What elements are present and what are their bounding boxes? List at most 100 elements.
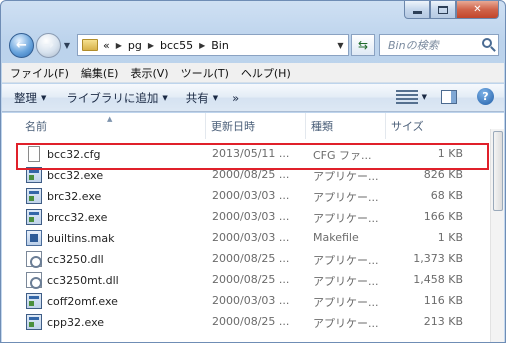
add-to-library-button[interactable]: ライブラリに追加 ▼ <box>66 90 167 106</box>
breadcrumb-overflow[interactable]: « <box>103 39 110 52</box>
share-button[interactable]: 共有 ▼ <box>186 90 218 106</box>
recent-pages-dropdown[interactable]: ▼ <box>61 41 73 50</box>
file-row-builtins-mak[interactable]: builtins.mak 2000/03/03 ... Makefile 1 K… <box>2 227 489 248</box>
file-type: アプリケー... <box>313 317 379 330</box>
share-label: 共有 <box>185 90 209 105</box>
file-name: bcc32.exe <box>47 168 104 182</box>
forward-button[interactable]: → <box>36 32 61 58</box>
application-icon <box>26 314 42 330</box>
vertical-scrollbar[interactable] <box>490 129 504 342</box>
file-date: 2000/03/03 ... <box>212 210 290 223</box>
explorer-window: ✕ ← → ▼ « ▶ pg ▶ bcc55 ▶ Bin ▼ ⇆ Binの検索 … <box>0 0 506 343</box>
chevron-right-icon[interactable]: ▶ <box>199 41 205 50</box>
chevron-down-icon[interactable]: ▼ <box>422 93 427 101</box>
file-date: 2000/08/25 ... <box>212 273 290 286</box>
file-name: cc3250mt.dll <box>47 273 119 287</box>
organize-label: 整理 <box>14 90 37 105</box>
breadcrumb: « ▶ pg ▶ bcc55 ▶ Bin <box>103 39 229 52</box>
file-row-cpp32-exe[interactable]: cpp32.exe 2000/08/25 ... アプリケー... 213 KB <box>2 311 489 332</box>
file-row-brc32-exe[interactable]: brc32.exe 2000/03/03 ... アプリケー... 68 KB <box>2 185 489 206</box>
menu-edit[interactable]: 編集(E) <box>81 65 119 81</box>
minimize-button[interactable] <box>404 1 430 19</box>
menu-view[interactable]: 表示(V) <box>130 65 168 81</box>
view-controls: ▼ ? <box>395 88 494 105</box>
chevron-down-icon: ▼ <box>41 93 47 102</box>
file-name: cpp32.exe <box>47 315 105 329</box>
scrollbar-thumb[interactable] <box>493 131 503 211</box>
dll-file-icon <box>26 251 42 268</box>
more-commands-label: » <box>232 90 240 105</box>
makefile-icon <box>26 230 42 246</box>
maximize-button[interactable] <box>430 1 456 19</box>
file-date: 2000/08/25 ... <box>212 252 290 265</box>
file-name: brc32.exe <box>47 189 102 203</box>
folder-icon <box>82 39 98 51</box>
view-options-icon[interactable] <box>395 89 418 104</box>
application-icon <box>26 209 42 225</box>
file-date: 2013/05/11 ... <box>212 147 290 160</box>
breadcrumb-item-bcc55[interactable]: bcc55 <box>160 39 193 52</box>
file-date: 2000/08/25 ... <box>212 168 290 181</box>
column-name[interactable]: 名前 <box>20 113 206 139</box>
file-row-cc3250mt-dll[interactable]: cc3250mt.dll 2000/08/25 ... アプリケー... 1,4… <box>2 269 489 290</box>
column-date-label: 更新日時 <box>211 120 255 133</box>
file-date: 2000/03/03 ... <box>212 294 290 307</box>
navigation-bar: ← → ▼ « ▶ pg ▶ bcc55 ▶ Bin ▼ ⇆ Binの検索 <box>9 31 499 59</box>
maximize-icon <box>438 5 448 14</box>
close-icon: ✕ <box>473 4 482 15</box>
chevron-right-icon[interactable]: ▶ <box>148 41 154 50</box>
close-button[interactable]: ✕ <box>456 1 499 19</box>
breadcrumb-item-pg[interactable]: pg <box>128 39 142 52</box>
caption-buttons: ✕ <box>404 1 499 21</box>
file-name: brcc32.exe <box>47 210 108 224</box>
organize-button[interactable]: 整理 ▼ <box>14 90 46 106</box>
menu-bar: ファイル(F) 編集(E) 表示(V) ツール(T) ヘルプ(H) <box>2 63 504 83</box>
config-file-icon <box>28 146 40 162</box>
address-dropdown-icon[interactable]: ▼ <box>332 35 348 55</box>
menu-help[interactable]: ヘルプ(H) <box>241 65 291 81</box>
file-date: 2000/03/03 ... <box>212 231 290 244</box>
search-placeholder: Binの検索 <box>388 39 439 52</box>
column-type-label: 種類 <box>311 120 333 133</box>
file-size: 1,373 KB <box>413 252 463 265</box>
file-date: 2000/03/03 ... <box>212 189 290 202</box>
column-date[interactable]: 更新日時 <box>206 113 306 139</box>
search-input[interactable]: Binの検索 <box>379 34 499 56</box>
file-row-bcc32-exe[interactable]: bcc32.exe 2000/08/25 ... アプリケー... 826 KB <box>2 164 489 185</box>
breadcrumb-item-bin[interactable]: Bin <box>211 39 229 52</box>
back-button[interactable]: ← <box>9 32 34 58</box>
file-row-bcc32-cfg[interactable]: bcc32.cfg 2013/05/11 ... CFG ファ... 1 KB <box>2 143 489 164</box>
file-type: アプリケー... <box>313 254 379 267</box>
file-type: アプリケー... <box>313 191 379 204</box>
file-size: 1 KB <box>437 147 463 160</box>
more-commands-button[interactable]: » <box>232 91 239 105</box>
search-icon[interactable] <box>482 38 492 48</box>
refresh-button[interactable]: ⇆ <box>351 34 375 56</box>
file-size: 826 KB <box>423 168 463 181</box>
file-row-cc3250-dll[interactable]: cc3250.dll 2000/08/25 ... アプリケー... 1,373… <box>2 248 489 269</box>
chevron-right-icon[interactable]: ▶ <box>116 41 122 50</box>
add-to-library-label: ライブラリに追加 <box>66 90 159 105</box>
column-type[interactable]: 種類 <box>306 113 386 139</box>
file-size: 1 KB <box>437 231 463 244</box>
address-bar[interactable]: « ▶ pg ▶ bcc55 ▶ Bin ▼ <box>77 34 349 56</box>
file-list: bcc32.cfg 2013/05/11 ... CFG ファ... 1 KB … <box>2 143 489 332</box>
preview-pane-icon[interactable] <box>441 89 457 104</box>
file-name: bcc32.cfg <box>47 147 101 161</box>
file-type: CFG ファ... <box>313 149 372 162</box>
application-icon <box>26 293 42 309</box>
column-name-label: 名前 <box>25 120 47 133</box>
file-date: 2000/08/25 ... <box>212 315 290 328</box>
help-icon[interactable]: ? <box>477 88 494 105</box>
file-type: アプリケー... <box>313 296 379 309</box>
file-size: 1,458 KB <box>413 273 463 286</box>
file-size: 213 KB <box>423 315 463 328</box>
file-type: Makefile <box>313 231 359 244</box>
menu-tools[interactable]: ツール(T) <box>181 65 229 81</box>
column-size-label: サイズ <box>391 120 424 133</box>
file-row-coff2omf-exe[interactable]: coff2omf.exe 2000/03/03 ... アプリケー... 116… <box>2 290 489 311</box>
column-size[interactable]: サイズ <box>386 113 472 139</box>
menu-file[interactable]: ファイル(F) <box>10 65 69 81</box>
file-row-brcc32-exe[interactable]: brcc32.exe 2000/03/03 ... アプリケー... 166 K… <box>2 206 489 227</box>
forward-arrow-icon: → <box>43 37 54 53</box>
